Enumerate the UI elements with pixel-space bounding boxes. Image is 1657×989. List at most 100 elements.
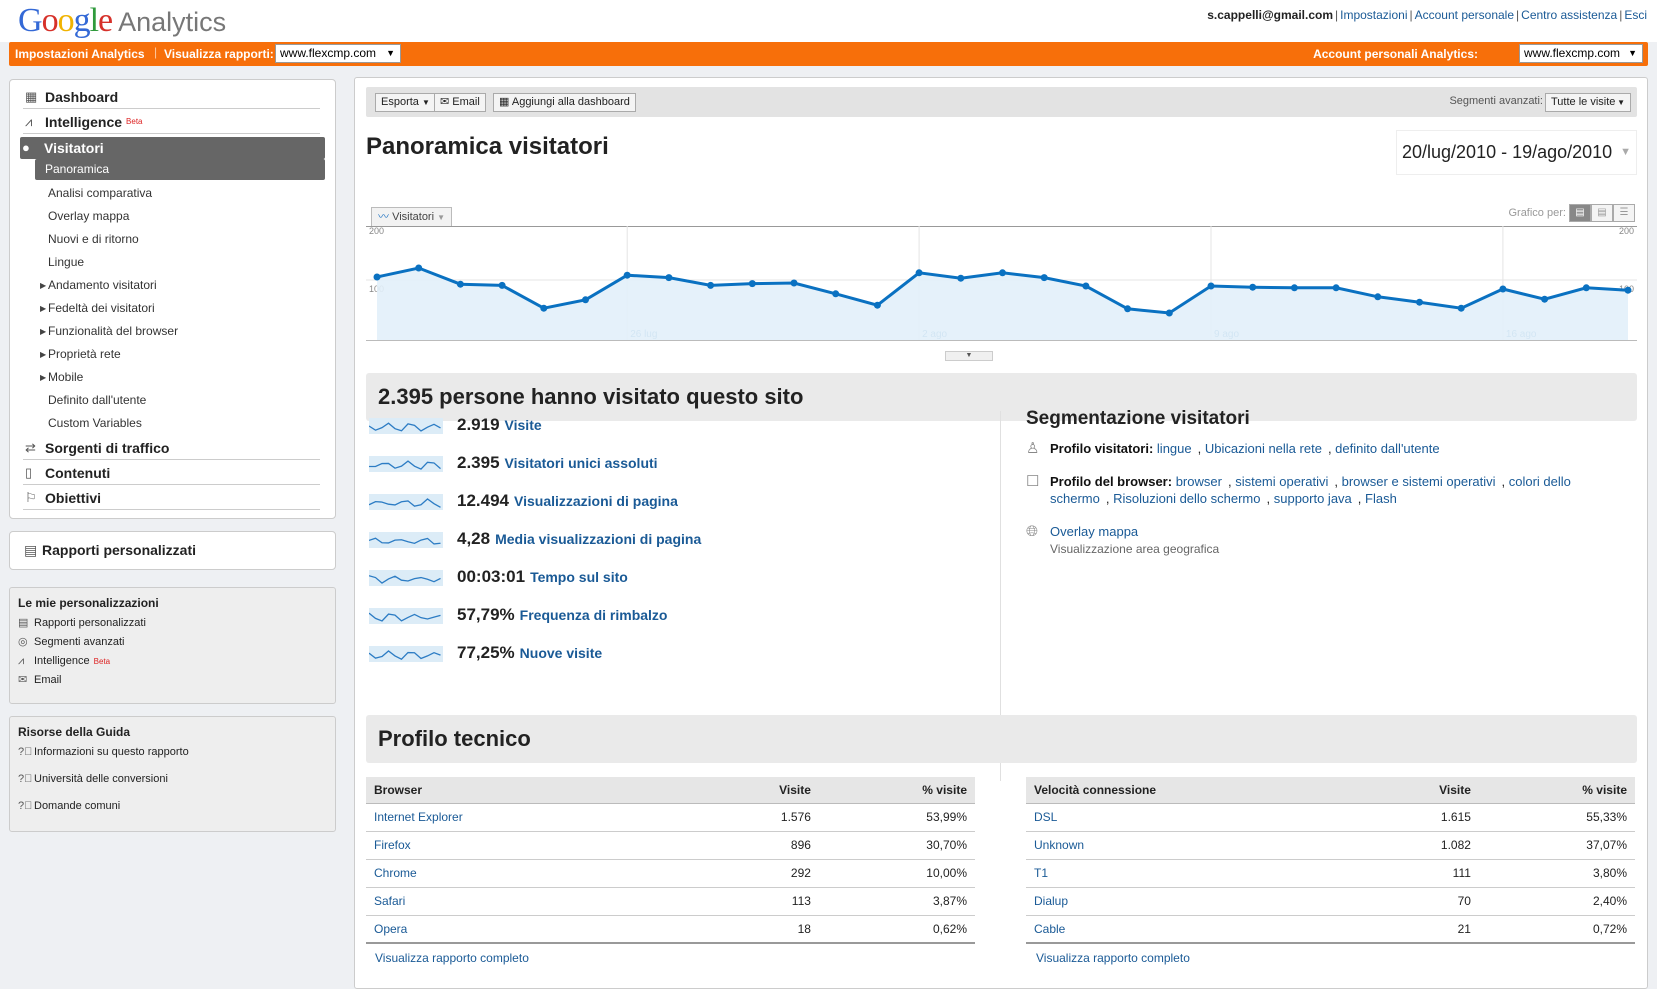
sidebar-item-goals[interactable]: ⚐ Obiettivi	[23, 485, 320, 510]
sidebar-subitem[interactable]: ▶ Mobile	[10, 366, 325, 389]
sidebar-item-traffic-sources[interactable]: ⇄ Sorgenti di traffico	[23, 435, 320, 460]
metric-link[interactable]: Nuove visite	[520, 645, 602, 661]
email-link[interactable]: ✉ Email	[18, 671, 327, 690]
google-analytics-logo[interactable]: Google Analytics	[18, 2, 226, 40]
view-reports-label: Visualizza rapporti:	[164, 47, 274, 61]
row-link[interactable]: Chrome	[374, 866, 417, 880]
expand-triangle-icon[interactable]: ▶	[40, 343, 46, 366]
map-overlay-link[interactable]: Overlay mappa	[1050, 524, 1138, 539]
row-link[interactable]: Firefox	[374, 838, 411, 852]
data-point	[1582, 284, 1590, 292]
column-header[interactable]: Browser	[366, 777, 696, 804]
help-resources-box: Risorse della Guida ?⃝ Informazioni su qu…	[9, 716, 336, 832]
graph-by-month-button[interactable]: ☰	[1613, 204, 1635, 222]
advanced-segments-link[interactable]: ◎ Segmenti avanzati	[18, 633, 327, 652]
segment-link[interactable]: Flash	[1365, 491, 1397, 506]
segment-link[interactable]: Ubicazioni nella rete	[1205, 441, 1322, 456]
data-point	[1165, 309, 1173, 317]
sidebar-subitem[interactable]: Custom Variables	[10, 412, 325, 435]
segment-link[interactable]: sistemi operativi	[1235, 474, 1328, 489]
segment-link[interactable]: Risoluzioni dello schermo	[1113, 491, 1260, 506]
help-link-report-info[interactable]: ?⃝ Informazioni su questo rapporto	[18, 743, 327, 770]
report-toolbar: Esporta ▼ ✉ Email ▦ Aggiungi alla dashbo…	[366, 87, 1637, 117]
export-button[interactable]: Esporta ▼	[375, 93, 436, 112]
sidebar-subitem[interactable]: ▶ Funzionalità del browser	[10, 320, 325, 343]
help-link-faq[interactable]: ?⃝ Domande comuni	[18, 797, 327, 824]
sidebar-subitem[interactable]: Panoramica	[35, 159, 325, 180]
segment-link[interactable]: browser	[1176, 474, 1222, 489]
segment-link[interactable]: lingue	[1157, 441, 1192, 456]
segment-link[interactable]: browser e sistemi operativi	[1342, 474, 1496, 489]
metric-row: 4,28 Media visualizzazioni di pagina	[368, 525, 701, 553]
expand-triangle-icon[interactable]: ▶	[40, 274, 46, 297]
column-header[interactable]: Visite	[1356, 777, 1479, 804]
help-link-conversion-university[interactable]: ?⃝ Università delle conversioni	[18, 770, 327, 797]
chart-metric-select[interactable]: 〰 Visitatori ▼	[371, 207, 453, 226]
data-point	[1332, 284, 1340, 292]
sidebar-item-visitors[interactable]: ● Visitatori	[20, 137, 325, 159]
connection-full-report-link[interactable]: Visualizza rapporto completo	[1036, 951, 1190, 965]
column-header[interactable]: % visite	[1478, 777, 1635, 804]
metric-link[interactable]: Media visualizzazioni di pagina	[495, 531, 701, 547]
row-link[interactable]: T1	[1034, 866, 1048, 880]
custom-reports-link[interactable]: ▤ Rapporti personalizzati	[18, 614, 327, 633]
sparkline-icon	[368, 645, 443, 662]
email-button[interactable]: ✉ Email	[434, 93, 486, 112]
analytics-settings-link[interactable]: Impostazioni Analytics	[15, 47, 145, 61]
row-link[interactable]: Opera	[374, 922, 407, 936]
account-link[interactable]: Account personale	[1415, 8, 1514, 22]
metric-link[interactable]: Visite	[505, 417, 542, 433]
row-link[interactable]: Internet Explorer	[374, 810, 463, 824]
metric-link[interactable]: Visitatori unici assoluti	[505, 455, 658, 471]
add-to-dashboard-button[interactable]: ▦ Aggiungi alla dashboard	[493, 93, 636, 112]
segments-select[interactable]: Tutte le visite ▼	[1545, 93, 1631, 112]
sidebar-item-intelligence[interactable]: ⩘ Intelligence Beta	[23, 109, 320, 134]
row-link[interactable]: Safari	[374, 894, 405, 908]
report-icon: ▤	[18, 617, 29, 629]
custom-reports-box[interactable]: ▤ Rapporti personalizzati	[9, 531, 336, 570]
sidebar-subitem[interactable]: ▶ Fedeltà dei visitatori	[10, 297, 325, 320]
sidebar-item-dashboard[interactable]: ▦ Dashboard	[23, 84, 320, 109]
accounts-select[interactable]: www.flexcmp.com ▼	[1519, 44, 1643, 63]
data-point	[748, 280, 756, 288]
cell-value: 18	[696, 915, 819, 944]
metric-value: 77,25%	[457, 643, 515, 662]
row-link[interactable]: Unknown	[1034, 838, 1084, 852]
column-header[interactable]: Visite	[696, 777, 819, 804]
row-link[interactable]: Dialup	[1034, 894, 1068, 908]
segment-link[interactable]: supporto java	[1274, 491, 1352, 506]
row-link[interactable]: DSL	[1034, 810, 1057, 824]
sidebar-subitem[interactable]: Nuovi e di ritorno	[10, 228, 325, 251]
sidebar-subitem[interactable]: ▶ Proprietà rete	[10, 343, 325, 366]
sidebar-subitem[interactable]: ▶ Andamento visitatori	[10, 274, 325, 297]
graph-by-week-button[interactable]: ▤	[1591, 204, 1613, 222]
expand-triangle-icon[interactable]: ▶	[40, 297, 46, 320]
row-link[interactable]: Cable	[1034, 922, 1065, 936]
sidebar-subitem[interactable]: Analisi comparativa	[10, 182, 325, 205]
metric-link[interactable]: Frequenza di rimbalzo	[520, 607, 668, 623]
sidebar-item-content[interactable]: ▯ Contenuti	[23, 460, 320, 485]
sidebar-subitem[interactable]: Lingue	[10, 251, 325, 274]
visitors-submenu: Panoramica Analisi comparativa Overlay map…	[10, 159, 335, 435]
metric-link[interactable]: Visualizzazioni di pagina	[514, 493, 678, 509]
expand-triangle-icon[interactable]: ▶	[40, 320, 46, 343]
chart-collapse-handle[interactable]: ▼	[945, 351, 993, 361]
help-center-link[interactable]: Centro assistenza	[1521, 8, 1617, 22]
date-range-picker[interactable]: 20/lug/2010 - 19/ago/2010 ▼	[1396, 130, 1637, 175]
segment-link[interactable]: definito dall'utente	[1335, 441, 1439, 456]
data-point	[1040, 274, 1048, 282]
logout-link[interactable]: Esci	[1624, 8, 1647, 22]
column-header[interactable]: Velocità connessione	[1026, 777, 1356, 804]
data-point	[498, 281, 506, 289]
column-header[interactable]: % visite	[818, 777, 975, 804]
sidebar-subitem[interactable]: Definito dall'utente	[10, 389, 325, 412]
graph-by-day-button[interactable]: ▤	[1569, 204, 1591, 222]
metric-link[interactable]: Tempo sul sito	[530, 569, 628, 585]
expand-triangle-icon[interactable]: ▶	[40, 366, 46, 389]
settings-link[interactable]: Impostazioni	[1340, 8, 1407, 22]
intelligence-link[interactable]: ⩘ Intelligence Beta	[18, 652, 327, 671]
sidebar-subitem[interactable]: Overlay mappa	[10, 205, 325, 228]
view-reports-select[interactable]: www.flexcmp.com ▼	[275, 44, 401, 63]
browser-full-report-link[interactable]: Visualizza rapporto completo	[375, 951, 529, 965]
cell-value: 37,07%	[1478, 831, 1635, 860]
